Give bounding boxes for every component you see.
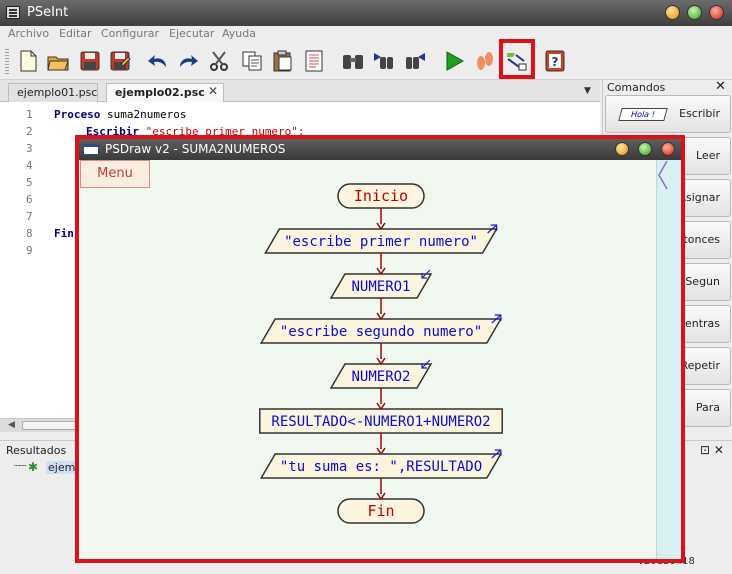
green-star-icon: ✱ [28,460,39,474]
flow-start-label: Inicio [354,187,408,205]
toolbar: ? [0,43,732,80]
window-title: PSeInt [27,5,69,20]
undo-icon[interactable] [146,49,170,73]
menu-ayuda[interactable]: Ayuda [222,27,256,40]
toolbar-grip[interactable] [5,49,9,75]
help-icon[interactable]: ? [543,49,567,73]
open-folder-icon[interactable] [46,49,70,73]
psdraw-maximize-button[interactable] [638,142,652,156]
find-next-icon[interactable] [403,49,427,73]
redo-icon[interactable] [176,49,200,73]
psdraw-close-button[interactable] [661,142,675,156]
write-step-label: "tu suma es: ",RESULTADO [280,459,482,475]
collapse-arrow-icon[interactable] [657,160,669,190]
commands-close-icon[interactable]: ✕ [715,79,726,94]
menu-archivo[interactable]: Archivo [8,27,49,40]
write-step-label: "escribe segundo numero" [280,324,482,340]
tree-connector: ┈┈ [14,461,27,472]
read-step-label: NUMERO1 [351,279,410,295]
scroll-thumb[interactable] [22,421,82,430]
main-titlebar: PSeInt [0,0,732,26]
menu-ejecutar[interactable]: Ejecutar [169,27,214,40]
read-step-label: NUMERO2 [351,369,410,385]
flowchart-button-highlight [499,39,535,79]
save-icon[interactable] [78,49,102,73]
run-icon[interactable] [442,49,466,73]
tab-close-icon[interactable]: ✕ [208,84,218,98]
step-by-step-icon[interactable] [473,49,497,73]
psdraw-minimize-button[interactable] [615,142,629,156]
flowchart-diagram: Inicio "escribe primer numero" NUMERO1 "esc… [259,183,503,524]
tab-label: ejemplo02.psc [115,86,205,99]
psdraw-window: PSDraw v2 - SUMA2NUMEROS Menu Inicio "esc… [75,135,685,563]
commands-title: Comandos [607,81,666,94]
escribir-icon: Hola ! [618,108,668,121]
write-step-label: "escribe primer numero" [284,234,478,250]
menu-configurar[interactable]: Configurar [101,27,159,40]
psdraw-side-panel[interactable] [656,160,681,559]
scroll-left-icon[interactable]: ◀ [8,420,15,430]
app-icon [6,6,20,19]
code-line: 1 Proceso suma2numeros [26,108,187,121]
command-escribir-button[interactable]: Hola ! Escribir [605,95,731,133]
svg-text:?: ? [552,55,559,69]
maximize-button[interactable] [687,5,702,20]
editor-tabbar: ejemplo01.psc ejemplo02.psc ✕ [0,80,600,102]
cut-icon[interactable] [207,49,231,73]
psdraw-titlebar: PSDraw v2 - SUMA2NUMEROS [79,139,681,160]
psdraw-window-icon [83,144,99,155]
minimize-button[interactable] [665,5,680,20]
close-button[interactable] [709,5,724,20]
tab-list-dropdown-icon[interactable]: ▼ [584,86,591,96]
find-icon[interactable] [341,49,365,73]
assign-step-label: RESULTADO<-NUMERO1+NUMERO2 [271,414,490,430]
results-panel-buttons[interactable]: ⊡ ✕ [700,443,724,457]
menu-editar[interactable]: Editar [59,27,92,40]
psdraw-title: PSDraw v2 - SUMA2NUMEROS [105,142,286,156]
edit-list-icon[interactable] [302,49,326,73]
flow-end-label: Fin [367,502,394,520]
tab-ejemplo02[interactable]: ejemplo02.psc [106,83,224,102]
copy-icon[interactable] [240,49,264,73]
results-title: Resultados [6,444,67,457]
save-as-icon[interactable] [108,49,132,73]
new-file-icon[interactable] [16,49,40,73]
menubar: Archivo Editar Configurar Ejecutar Ayuda [0,26,732,43]
flowchart-canvas[interactable]: Menu Inicio "escribe primer numero" NUMERO… [79,160,681,559]
paste-icon[interactable] [271,49,295,73]
tab-ejemplo01[interactable]: ejemplo01.psc [8,83,98,102]
find-previous-icon[interactable] [372,49,396,73]
